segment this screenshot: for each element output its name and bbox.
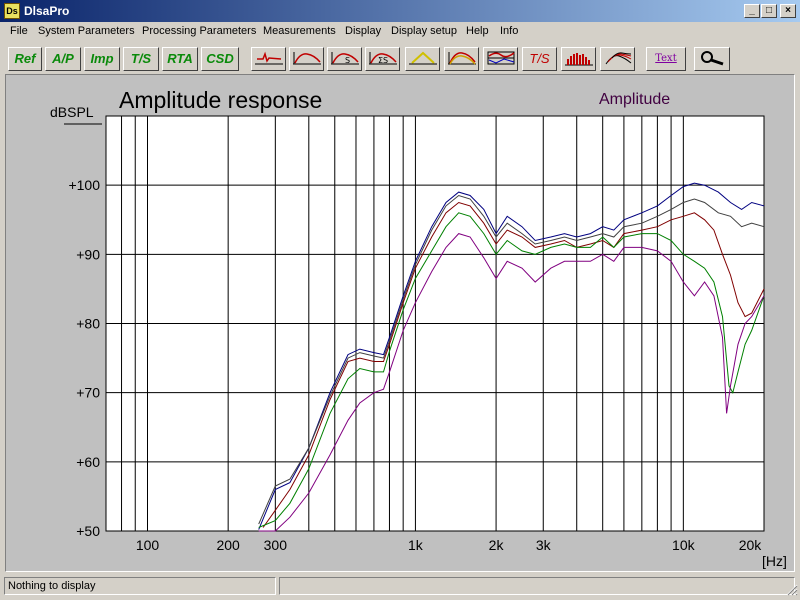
menu-processing-parameters[interactable]: Processing Parameters: [142, 25, 256, 37]
waterfall-icon[interactable]: [600, 47, 635, 71]
x-tick-label: 1k: [408, 537, 424, 553]
rta-button[interactable]: RTA: [162, 47, 198, 71]
status-pane: [279, 577, 795, 595]
y-tick-label: +60: [76, 454, 100, 470]
amplitude-chart[interactable]: Amplitude response Amplitude dBSPL [Hz] …: [6, 75, 794, 571]
chart-legend-label: Amplitude: [599, 91, 670, 108]
window-icon[interactable]: [405, 47, 440, 71]
menu-info[interactable]: Info: [500, 25, 518, 37]
ts-icon[interactable]: T/S: [522, 47, 557, 71]
y-tick-label: +80: [76, 316, 100, 332]
y-tick-label: +50: [76, 523, 100, 539]
x-tick-label: 20k: [739, 537, 763, 553]
close-icon[interactable]: ×: [780, 4, 796, 18]
x-axis-label: [Hz]: [762, 553, 787, 569]
impulse-icon[interactable]: [251, 47, 286, 71]
x-tick-label: 10k: [672, 537, 696, 553]
ref-button[interactable]: Ref: [8, 47, 42, 71]
x-tick-label: 100: [136, 537, 160, 553]
x-tick-label: 2k: [489, 537, 505, 553]
csd-button[interactable]: CSD: [201, 47, 239, 71]
menu-system-parameters[interactable]: System Parameters: [38, 25, 135, 37]
sum-sigma-icon[interactable]: ΣS: [365, 47, 400, 71]
menu-measurements[interactable]: Measurements: [263, 25, 336, 37]
status-bar: Nothing to display: [0, 576, 800, 598]
menu-bar: File System Parameters Processing Parame…: [0, 22, 800, 42]
amplitude-icon[interactable]: [289, 47, 324, 71]
window-title: DlsaPro: [24, 4, 70, 18]
thiele-small-button[interactable]: T/S: [123, 47, 159, 71]
magnifier-icon[interactable]: [694, 47, 730, 71]
maximize-icon[interactable]: □: [761, 4, 777, 18]
menu-display[interactable]: Display: [345, 25, 381, 37]
double-curve-icon[interactable]: [444, 47, 479, 71]
y-tick-label: +90: [76, 246, 100, 262]
x-tick-label: 3k: [536, 537, 552, 553]
amplitude-phase-button[interactable]: A/P: [45, 47, 81, 71]
svg-text:ΣS: ΣS: [378, 56, 388, 65]
text-tool-button[interactable]: Text: [646, 47, 686, 71]
x-tick-label: 300: [264, 537, 288, 553]
toolbar: Ref A/P Imp T/S RTA CSD S ΣS T/S Text: [0, 44, 800, 72]
status-message: Nothing to display: [4, 577, 276, 595]
amplitude-chart-panel[interactable]: Amplitude response Amplitude dBSPL [Hz] …: [5, 74, 795, 572]
x-tick-label: 200: [216, 537, 240, 553]
rta-bars-icon[interactable]: [561, 47, 596, 71]
app-icon[interactable]: Ds: [4, 3, 20, 19]
resize-grip-icon[interactable]: [786, 584, 798, 596]
y-tick-label: +100: [68, 177, 100, 193]
y-axis-label: dBSPL: [50, 104, 94, 120]
title-bar[interactable]: Ds DlsaPro _ □ ×: [0, 0, 800, 22]
minimize-icon[interactable]: _: [744, 4, 760, 18]
menu-display-setup[interactable]: Display setup: [391, 25, 457, 37]
sigma-icon[interactable]: S: [327, 47, 362, 71]
app-window: Ds DlsaPro _ □ × File System Parameters …: [0, 0, 800, 600]
phase-icon[interactable]: [483, 47, 518, 71]
chart-title: Amplitude response: [119, 87, 322, 113]
svg-text:S: S: [345, 56, 350, 65]
impulse-button[interactable]: Imp: [84, 47, 120, 71]
menu-help[interactable]: Help: [466, 25, 489, 37]
menu-file[interactable]: File: [10, 25, 28, 37]
y-tick-label: +70: [76, 385, 100, 401]
